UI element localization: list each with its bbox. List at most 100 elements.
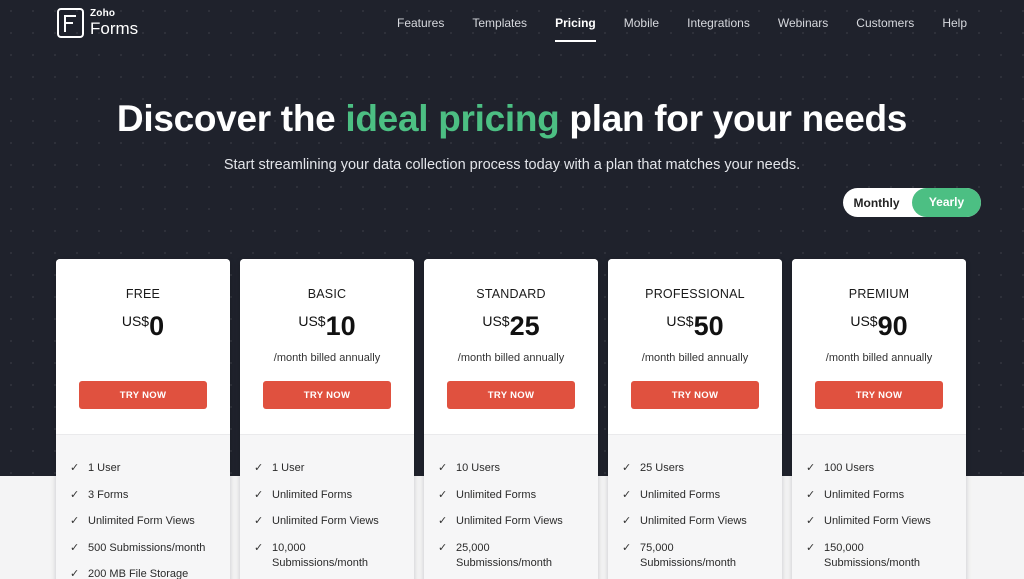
feature-item: ✓ Unlimited Forms (438, 488, 598, 504)
try-now-button-professional[interactable]: TRY NOW (631, 381, 759, 409)
feature-item: ✓ Unlimited Forms (806, 488, 966, 504)
feature-item: ✓ 150,000 Submissions/month (806, 541, 920, 570)
feature-list: ✓ 10 Users ✓ Unlimited Forms ✓ Unlimited Fo… (424, 434, 598, 579)
feature-item: ✓ 25 Users (622, 461, 782, 477)
check-icon: ✓ (438, 541, 448, 554)
plan-card-free: FREE US$0 TRY NOW ✓ 1 User ✓ 3 Forms ✓ Unli… (56, 259, 230, 579)
price-currency: US$ (850, 313, 878, 329)
nav-mobile[interactable]: Mobile (624, 16, 659, 42)
plan-card-premium: PREMIUM US$90 /month billed annually TRY… (792, 259, 966, 579)
price-amount: 10 (325, 311, 356, 341)
feature-item: ✓ 1 User (70, 461, 230, 477)
price-currency: US$ (298, 313, 326, 329)
plan-price: US$25 (424, 311, 598, 342)
price-currency: US$ (666, 313, 694, 329)
headline-accent: ideal pricing (345, 98, 560, 139)
feature-item: ✓ Unlimited Form Views (70, 514, 230, 530)
check-icon: ✓ (438, 488, 448, 501)
feature-list: ✓ 25 Users ✓ Unlimited Forms ✓ Unlimited Fo… (608, 434, 782, 579)
billing-note: /month billed annually (641, 352, 749, 364)
headline-pre: Discover the (116, 98, 346, 139)
plan-card-standard: STANDARD US$25 /month billed annually TR… (424, 259, 598, 579)
plan-name: FREE (125, 287, 161, 301)
billing-note: /month billed annually (273, 352, 381, 364)
check-icon: ✓ (806, 462, 816, 474)
check-icon: ✓ (70, 568, 80, 579)
toggle-monthly[interactable]: Monthly (843, 196, 910, 210)
check-icon: ✓ (806, 515, 816, 527)
feature-item: ✓ 1 User (254, 461, 414, 477)
billing-note: /month billed annually (825, 352, 933, 364)
nav-help[interactable]: Help (942, 16, 967, 42)
check-icon: ✓ (438, 515, 448, 527)
try-now-button-premium[interactable]: TRY NOW (815, 381, 943, 409)
logo-product: Forms (90, 19, 139, 38)
check-icon: ✓ (254, 515, 264, 527)
zoho-forms-logo[interactable]: Zoho Forms (57, 8, 138, 38)
billing-note: /month billed annually (457, 352, 565, 364)
check-icon: ✓ (806, 488, 816, 501)
check-icon: ✓ (622, 541, 632, 554)
plan-name: PREMIUM (848, 287, 910, 301)
feature-item: ✓ Unlimited Form Views (806, 514, 966, 530)
page-subheadline: Start streamlining your data collection … (223, 157, 801, 173)
check-icon: ✓ (70, 541, 80, 554)
feature-list: ✓ 100 Users ✓ Unlimited Forms ✓ Unlimited F… (792, 434, 966, 579)
plan-price: US$0 (56, 311, 230, 342)
plan-card-basic: BASIC US$10 /month billed annually TRY N… (240, 259, 414, 579)
nav-templates[interactable]: Templates (472, 16, 527, 42)
headline-post: plan for your needs (559, 98, 908, 139)
feature-item: ✓ 10,000 Submissions/month (254, 541, 368, 570)
check-icon: ✓ (254, 462, 264, 474)
nav-integrations[interactable]: Integrations (687, 16, 750, 42)
nav-pricing[interactable]: Pricing (555, 16, 596, 42)
price-amount: 25 (509, 311, 540, 341)
plan-name: BASIC (307, 287, 347, 301)
feature-list: ✓ 1 User ✓ Unlimited Forms ✓ Unlimited Form… (240, 434, 414, 579)
feature-item: ✓ 25,000 Submissions/month (438, 541, 552, 570)
price-amount: 50 (693, 311, 724, 341)
billing-toggle[interactable]: Monthly Yearly (843, 188, 981, 217)
feature-item: ✓ Unlimited Form Views (438, 514, 598, 530)
plan-name: PROFESSIONAL (645, 287, 745, 301)
plan-name: STANDARD (476, 287, 546, 301)
check-icon: ✓ (806, 541, 816, 554)
plan-price: US$10 (240, 311, 414, 342)
feature-item: ✓ 10 Users (438, 461, 598, 477)
feature-item: ✓ Unlimited Forms (254, 488, 414, 504)
price-amount: 90 (877, 311, 908, 341)
nav-webinars[interactable]: Webinars (778, 16, 828, 42)
check-icon: ✓ (254, 541, 264, 554)
plan-price: US$50 (608, 311, 782, 342)
feature-item: ✓ 100 Users (806, 461, 966, 477)
check-icon: ✓ (70, 515, 80, 527)
check-icon: ✓ (622, 515, 632, 527)
forms-logo-icon (57, 8, 84, 38)
feature-item: ✓ Unlimited Form Views (254, 514, 414, 530)
check-icon: ✓ (622, 488, 632, 501)
price-amount: 0 (149, 311, 165, 341)
feature-item: ✓ Unlimited Forms (622, 488, 782, 504)
check-icon: ✓ (438, 462, 448, 474)
feature-list: ✓ 1 User ✓ 3 Forms ✓ Unlimited Form Views ✓… (56, 434, 230, 579)
feature-item: ✓ 500 Submissions/month (70, 541, 230, 557)
plan-price: US$90 (792, 311, 966, 342)
price-currency: US$ (121, 313, 150, 329)
try-now-button-basic[interactable]: TRY NOW (263, 381, 391, 409)
try-now-button-standard[interactable]: TRY NOW (447, 381, 575, 409)
top-nav: Features Templates Pricing Mobile Integr… (397, 16, 967, 42)
nav-features[interactable]: Features (397, 16, 444, 42)
feature-item: ✓ Unlimited Form Views (622, 514, 782, 530)
feature-item: ✓ 200 MB File Storage (70, 567, 230, 579)
pricing-cards: FREE US$0 TRY NOW ✓ 1 User ✓ 3 Forms ✓ Unli… (56, 259, 966, 579)
feature-item: ✓ 3 Forms (70, 488, 230, 504)
page-headline: Discover the ideal pricing plan for your… (0, 98, 1024, 140)
nav-customers[interactable]: Customers (856, 16, 914, 42)
logo-brand: Zoho (90, 8, 116, 19)
try-now-button-free[interactable]: TRY NOW (79, 381, 207, 409)
feature-item: ✓ 75,000 Submissions/month (622, 541, 736, 570)
plan-card-professional: PROFESSIONAL US$50 /month billed annuall… (608, 259, 782, 579)
toggle-yearly[interactable]: Yearly (912, 188, 981, 217)
check-icon: ✓ (622, 462, 632, 474)
check-icon: ✓ (70, 462, 80, 474)
